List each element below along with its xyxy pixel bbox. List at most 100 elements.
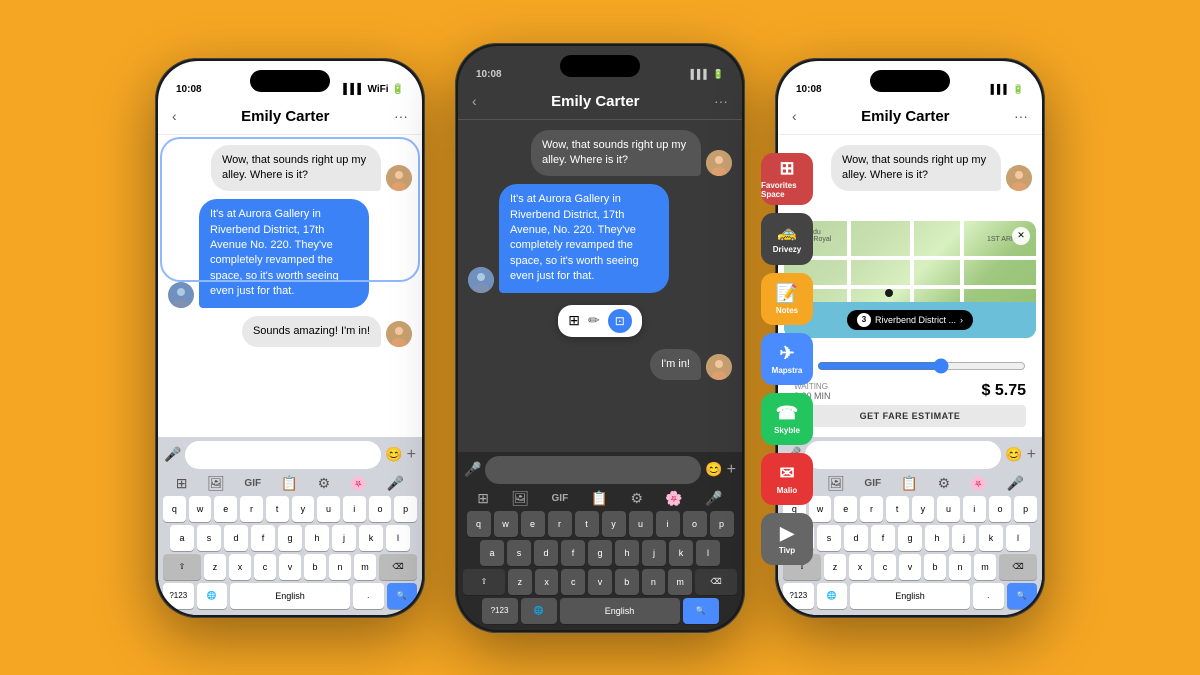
key-space-3[interactable]: English — [850, 583, 970, 609]
key-u-2[interactable]: u — [629, 511, 653, 537]
key-shift-2[interactable]: ⇧ — [463, 569, 505, 595]
key-p-2[interactable]: p — [710, 511, 734, 537]
img-icon-1[interactable]: 🖼 — [207, 475, 225, 492]
key-r-3[interactable]: r — [860, 496, 883, 522]
img-icon-2[interactable]: 🖼 — [511, 490, 529, 507]
key-r[interactable]: r — [240, 496, 263, 522]
key-f-2[interactable]: f — [561, 540, 585, 566]
key-u-3[interactable]: u — [937, 496, 960, 522]
mic2-icon-1[interactable]: 🎤 — [387, 475, 404, 492]
img-icon-3[interactable]: 🖼 — [827, 475, 845, 492]
key-g[interactable]: g — [278, 525, 302, 551]
key-delete-3[interactable]: ⌫ — [999, 554, 1037, 580]
key-b[interactable]: b — [304, 554, 326, 580]
key-b-3[interactable]: b — [924, 554, 946, 580]
more-icon-1[interactable]: ··· — [394, 108, 408, 124]
key-z-3[interactable]: z — [824, 554, 846, 580]
fare-estimate-btn[interactable]: GET FARE ESTIMATE — [794, 405, 1026, 427]
key-e[interactable]: e — [214, 496, 237, 522]
mic-icon-2[interactable]: 🎤 — [464, 461, 481, 478]
key-shift[interactable]: ⇧ — [163, 554, 201, 580]
key-w[interactable]: w — [189, 496, 212, 522]
key-q-2[interactable]: q — [467, 511, 491, 537]
key-z-2[interactable]: z — [508, 569, 532, 595]
dock-favorites[interactable]: ⊞ Favorites Space — [761, 153, 813, 205]
gif-icon-3[interactable]: GIF — [864, 478, 881, 489]
key-l[interactable]: l — [386, 525, 410, 551]
key-f-3[interactable]: f — [871, 525, 895, 551]
fare-slider[interactable] — [817, 358, 1026, 374]
back-icon-3[interactable]: ‹ — [792, 108, 797, 124]
key-g-2[interactable]: g — [588, 540, 612, 566]
key-z[interactable]: z — [204, 554, 226, 580]
key-y[interactable]: y — [292, 496, 315, 522]
more-icon-3[interactable]: ··· — [1014, 108, 1028, 124]
key-i[interactable]: i — [343, 496, 366, 522]
key-t[interactable]: t — [266, 496, 289, 522]
key-l-2[interactable]: l — [696, 540, 720, 566]
dock-tivp[interactable]: ▶ Tivp — [761, 513, 813, 565]
key-m-3[interactable]: m — [974, 554, 996, 580]
key-k[interactable]: k — [359, 525, 383, 551]
key-p-3[interactable]: p — [1014, 496, 1037, 522]
key-w-2[interactable]: w — [494, 511, 518, 537]
key-i-3[interactable]: i — [963, 496, 986, 522]
key-m-2[interactable]: m — [668, 569, 692, 595]
back-icon-1[interactable]: ‹ — [172, 108, 177, 124]
key-i-2[interactable]: i — [656, 511, 680, 537]
key-e-3[interactable]: e — [834, 496, 857, 522]
key-123-3[interactable]: ?123 — [783, 583, 814, 609]
key-k-2[interactable]: k — [669, 540, 693, 566]
key-globe-3[interactable]: 🌐 — [817, 583, 848, 609]
key-j-2[interactable]: j — [642, 540, 666, 566]
sticker-icon-3[interactable]: 🌸 — [970, 475, 987, 492]
key-delete-2[interactable]: ⌫ — [695, 569, 737, 595]
key-s[interactable]: s — [197, 525, 221, 551]
key-t-2[interactable]: t — [575, 511, 599, 537]
sticker-icon-2[interactable]: 🌸 — [665, 490, 682, 507]
clip-icon-1[interactable]: 📋 — [281, 475, 298, 492]
settings-icon-3[interactable]: ⚙ — [938, 475, 951, 492]
action-btn-edit[interactable]: ✏ — [588, 312, 600, 329]
clip-icon-2[interactable]: 📋 — [591, 490, 608, 507]
mic2-icon-3[interactable]: 🎤 — [1007, 475, 1024, 492]
emoji-icon-1[interactable]: 😊 — [385, 446, 402, 463]
key-v[interactable]: v — [279, 554, 301, 580]
key-q[interactable]: q — [163, 496, 186, 522]
key-o-3[interactable]: o — [989, 496, 1012, 522]
dock-drivezy[interactable]: 🚕 Drivezy — [761, 213, 813, 265]
emoji-icon-3[interactable]: 😊 — [1005, 446, 1022, 463]
key-h-2[interactable]: h — [615, 540, 639, 566]
key-b-2[interactable]: b — [615, 569, 639, 595]
add-icon-1[interactable]: + — [407, 446, 416, 464]
key-period-3[interactable]: . — [973, 583, 1004, 609]
key-y-2[interactable]: y — [602, 511, 626, 537]
gif-icon-2[interactable]: GIF — [552, 493, 569, 504]
key-d-2[interactable]: d — [534, 540, 558, 566]
key-x-2[interactable]: x — [535, 569, 559, 595]
key-o-2[interactable]: o — [683, 511, 707, 537]
emoji-icon-2[interactable]: 😊 — [705, 461, 722, 478]
key-d-3[interactable]: d — [844, 525, 868, 551]
key-search[interactable]: 🔍 — [387, 583, 418, 609]
key-t-3[interactable]: t — [886, 496, 909, 522]
key-o[interactable]: o — [369, 496, 392, 522]
key-r-2[interactable]: r — [548, 511, 572, 537]
key-a[interactable]: a — [170, 525, 194, 551]
chat-input-3[interactable] — [805, 441, 1001, 469]
key-s-3[interactable]: s — [817, 525, 841, 551]
key-c-3[interactable]: c — [874, 554, 896, 580]
dock-notes[interactable]: 📝 Notes — [761, 273, 813, 325]
key-h-3[interactable]: h — [925, 525, 949, 551]
key-g-3[interactable]: g — [898, 525, 922, 551]
key-p[interactable]: p — [394, 496, 417, 522]
key-u[interactable]: u — [317, 496, 340, 522]
mic2-icon-2[interactable]: 🎤 — [705, 490, 722, 507]
apps-icon-1[interactable]: ⊞ — [176, 475, 188, 492]
key-n-3[interactable]: n — [949, 554, 971, 580]
settings-icon-1[interactable]: ⚙ — [318, 475, 331, 492]
key-n-2[interactable]: n — [642, 569, 666, 595]
key-a-2[interactable]: a — [480, 540, 504, 566]
key-k-3[interactable]: k — [979, 525, 1003, 551]
key-x-3[interactable]: x — [849, 554, 871, 580]
